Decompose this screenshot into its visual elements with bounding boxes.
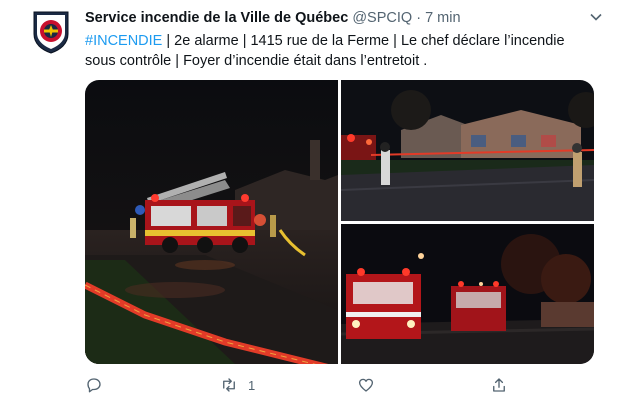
tweet-header: Service incendie de la Ville de Québec @… [85,8,605,28]
separator-dot: · [416,10,422,26]
photo-ladder-truck[interactable] [85,80,338,364]
retweet-count: 1 [248,377,256,393]
retweet-button[interactable]: 1 [220,372,255,398]
author-handle[interactable]: @SPCIQ [352,10,412,26]
media-grid [85,80,594,364]
fire-department-badge-icon [33,11,69,54]
avatar[interactable] [28,8,74,54]
action-bar: 1 [85,372,595,398]
retweet-icon [223,378,235,392]
share-icon [493,378,505,392]
hashtag-link[interactable]: #INCENDIE [85,33,162,49]
tweet[interactable]: Service incendie de la Ville de Québec @… [0,0,625,405]
like-button[interactable] [357,372,375,398]
photo-houses-firefighters[interactable] [341,80,594,221]
author-name[interactable]: Service incendie de la Ville de Québec [85,10,348,26]
photo-fire-trucks-street[interactable] [341,224,594,364]
tweet-text: #INCENDIE | 2e alarme | 1415 rue de la F… [85,31,585,71]
share-button[interactable] [490,372,508,398]
timestamp[interactable]: 7 min [425,10,460,26]
chevron-down-icon[interactable] [589,10,603,24]
reply-button[interactable] [85,372,103,398]
reply-icon [87,378,101,393]
heart-icon [358,378,374,392]
